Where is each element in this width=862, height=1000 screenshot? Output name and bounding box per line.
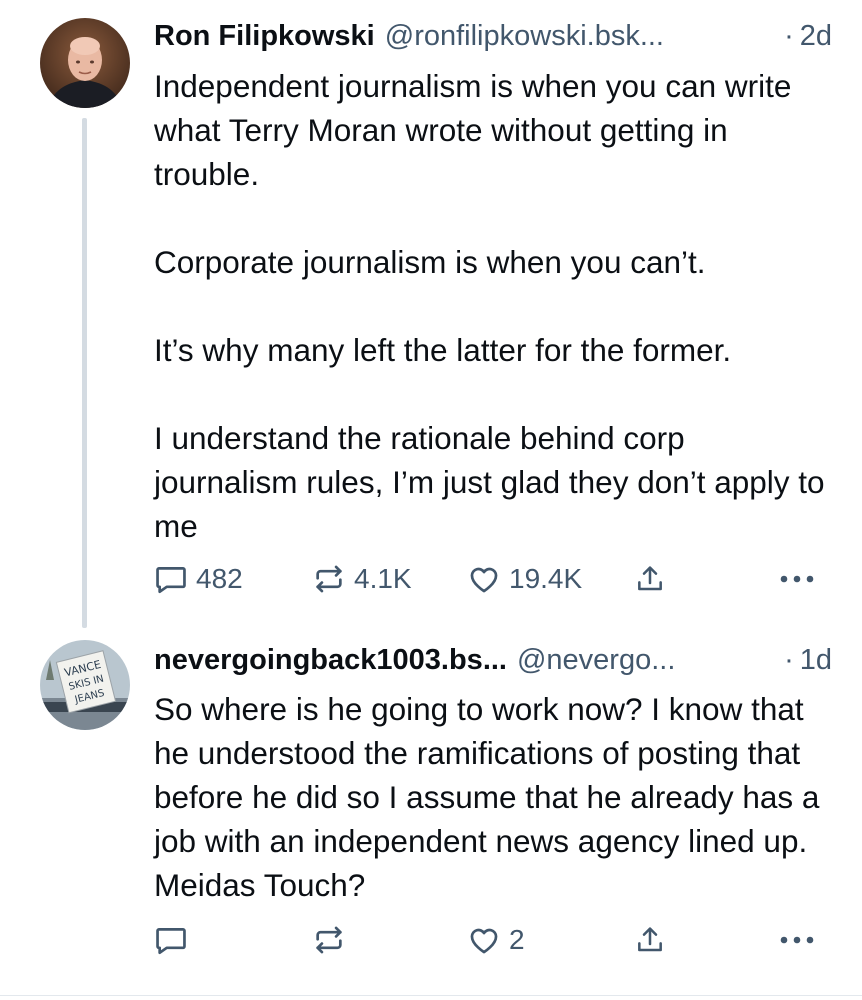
avatar-photo xyxy=(40,18,130,108)
time-separator: · xyxy=(784,19,794,52)
post-timestamp[interactable]: 1d xyxy=(800,644,832,677)
post-nevergoingback[interactable]: VANCE SKIS IN JEANS nevergoingback1003.b… xyxy=(0,630,862,996)
post-paragraph: It’s why many left the latter for the fo… xyxy=(154,332,732,368)
speech-bubble-icon xyxy=(156,567,186,594)
thread-line xyxy=(82,118,87,628)
like-count: 19.4K xyxy=(509,563,583,594)
author-name[interactable]: Ron Filipkowski xyxy=(154,20,375,53)
reply-button[interactable]: 482 xyxy=(154,559,243,599)
post-paragraph: Corporate journalism is when you can’t. xyxy=(154,244,706,280)
share-upload-icon xyxy=(638,566,662,591)
post-actions: 482 4.1K 19.4K xyxy=(154,559,834,599)
post-paragraph: Independent journalism is when you can w… xyxy=(154,68,792,192)
post-actions: 2 xyxy=(154,920,834,960)
post-paragraph: I understand the rationale behind corp j… xyxy=(154,420,825,544)
author-handle[interactable]: @nevergo... xyxy=(517,644,675,677)
speech-bubble-icon xyxy=(156,928,186,955)
repost-button[interactable] xyxy=(312,920,354,960)
more-dots-icon xyxy=(780,936,814,944)
heart-icon xyxy=(470,928,498,954)
more-options-button[interactable] xyxy=(778,559,818,599)
reply-count: 482 xyxy=(196,563,243,594)
post-header: Ron Filipkowski @ronfilipkowski.bsk... ·… xyxy=(154,16,832,56)
share-upload-icon xyxy=(638,927,662,952)
more-dots-icon xyxy=(780,575,814,583)
share-button[interactable] xyxy=(634,559,666,599)
more-options-button[interactable] xyxy=(778,920,818,960)
post-paragraph: So where is he going to work now? I know… xyxy=(154,691,820,903)
avatar-protest-sign-photo: VANCE SKIS IN JEANS xyxy=(40,640,130,730)
like-button[interactable]: 19.4K xyxy=(467,559,582,599)
avatar-nevergoingback[interactable]: VANCE SKIS IN JEANS xyxy=(40,640,130,730)
repost-count: 4.1K xyxy=(354,563,412,594)
post-header: nevergoingback1003.bs... @nevergo... · 1… xyxy=(154,640,832,680)
repost-arrows-icon xyxy=(316,565,342,593)
like-button[interactable]: 2 xyxy=(467,920,525,960)
avatar-ron-filipkowski[interactable] xyxy=(40,18,130,108)
author-name[interactable]: nevergoingback1003.bs... xyxy=(154,644,507,677)
share-button[interactable] xyxy=(634,920,666,960)
heart-icon xyxy=(470,567,498,593)
author-handle[interactable]: @ronfilipkowski.bsk... xyxy=(385,20,664,53)
repost-arrows-icon xyxy=(316,926,342,954)
reply-button[interactable] xyxy=(154,920,196,960)
post-body: So where is he going to work now? I know… xyxy=(154,687,834,907)
post-ron-filipkowski[interactable]: Ron Filipkowski @ronfilipkowski.bsk... ·… xyxy=(0,0,862,630)
like-count: 2 xyxy=(509,924,525,955)
post-timestamp[interactable]: 2d xyxy=(800,20,832,53)
repost-button[interactable]: 4.1K xyxy=(312,559,412,599)
post-body: Independent journalism is when you can w… xyxy=(154,64,834,548)
time-separator: · xyxy=(784,643,794,676)
post-divider xyxy=(0,995,862,996)
